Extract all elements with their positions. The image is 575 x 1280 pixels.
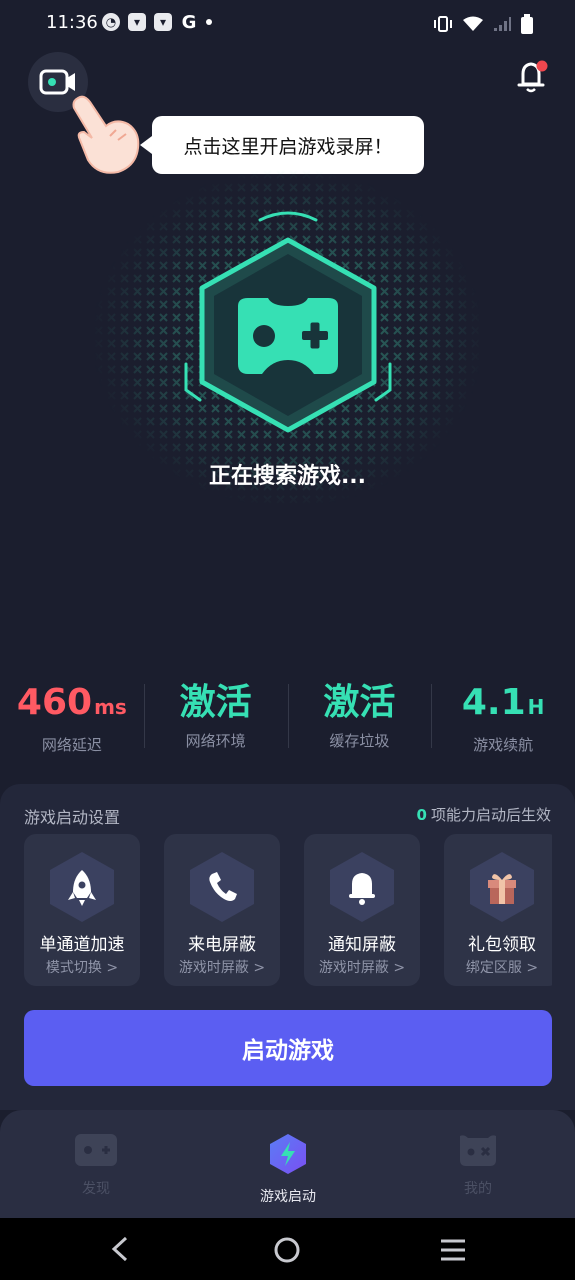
stat-value: 460 ms bbox=[16, 682, 127, 723]
tab-game-launch[interactable]: 游戏启动 bbox=[228, 1132, 348, 1206]
active-count: 0 bbox=[416, 806, 427, 824]
card-subtitle: 绑定区服 > bbox=[465, 960, 539, 976]
stats-row: 460 ms 网络延迟 激活 网络环境 激活 缓存垃圾 4.1 H 游戏续航 bbox=[0, 680, 575, 760]
record-tip-tooltip: 点击这里开启游戏录屏！ bbox=[140, 116, 424, 174]
tab-label: 我的 bbox=[464, 1181, 492, 1197]
card-call-block[interactable]: 来电屏蔽 游戏时屏蔽 > bbox=[164, 834, 280, 986]
card-single-channel[interactable]: 单通道加速 模式切换 > bbox=[24, 834, 140, 986]
card-title: 单通道加速 bbox=[39, 935, 125, 955]
notifications-button[interactable] bbox=[517, 60, 549, 94]
search-status-text: 正在搜索游戏... bbox=[208, 464, 367, 489]
card-title: 礼包领取 bbox=[468, 935, 536, 955]
stat-label: 缓存垃圾 bbox=[329, 732, 390, 750]
card-title: 来电屏蔽 bbox=[188, 935, 256, 955]
stat-label: 网络延迟 bbox=[41, 736, 102, 754]
stat-latency: 460 ms 网络延迟 bbox=[0, 680, 144, 760]
panel-note: 0 项能力启动后生效 bbox=[416, 806, 551, 824]
feature-cards: 单通道加速 模式切换 > 来电屏蔽 游戏时屏蔽 > 通知屏蔽 游戏时屏蔽 > 礼… bbox=[24, 834, 552, 986]
status-time: 11:36 bbox=[46, 12, 98, 33]
bell-icon bbox=[517, 60, 548, 93]
stat-label: 网络环境 bbox=[185, 732, 246, 750]
gift-icon bbox=[470, 852, 534, 922]
status-bar: 11:36 ◔ ▾ ▾ G bbox=[0, 0, 575, 46]
more-notifications-icon bbox=[206, 19, 212, 25]
shopping-bag-icon: ▾ bbox=[154, 13, 172, 31]
stat-unit: ms bbox=[94, 695, 127, 719]
back-icon[interactable] bbox=[108, 1236, 134, 1262]
game-search-graphic bbox=[92, 168, 484, 508]
tab-discover[interactable]: 发现 bbox=[36, 1132, 156, 1198]
stat-value: 4.1 H bbox=[461, 682, 545, 723]
tab-mine[interactable]: 我的 bbox=[418, 1132, 538, 1198]
stat-cache: 激活 缓存垃圾 bbox=[287, 680, 432, 760]
profile-gamepad-icon bbox=[460, 1135, 496, 1166]
lightning-icon bbox=[270, 1134, 306, 1174]
bottom-tab-bar: 发现 游戏启动 我的 bbox=[0, 1110, 575, 1218]
card-subtitle: 游戏时屏蔽 > bbox=[318, 960, 406, 976]
google-icon: G bbox=[181, 11, 197, 33]
card-subtitle: 游戏时屏蔽 > bbox=[178, 960, 266, 976]
wifi-icon bbox=[463, 16, 483, 31]
stat-battery: 4.1 H 游戏续航 bbox=[431, 680, 575, 760]
card-title: 通知屏蔽 bbox=[328, 935, 396, 955]
signal-icon bbox=[494, 17, 511, 31]
panel-title: 游戏启动设置 bbox=[24, 808, 121, 827]
pointing-hand-icon bbox=[72, 95, 140, 174]
stat-value: 激活 bbox=[323, 682, 396, 723]
notification-icons: ◔ ▾ ▾ G bbox=[102, 11, 212, 33]
home-icon[interactable] bbox=[273, 1236, 301, 1264]
tab-label: 游戏启动 bbox=[260, 1189, 316, 1205]
card-notify-block[interactable]: 通知屏蔽 游戏时屏蔽 > bbox=[304, 834, 420, 986]
system-icons bbox=[433, 14, 533, 34]
bell-icon bbox=[330, 852, 394, 922]
phone-icon bbox=[190, 852, 254, 922]
card-gift-claim[interactable]: 礼包领取 绑定区服 > bbox=[444, 834, 552, 986]
vibrate-icon bbox=[434, 16, 452, 32]
start-game-button[interactable]: 启动游戏 bbox=[24, 1010, 552, 1086]
speedometer-icon: ◔ bbox=[102, 13, 120, 31]
battery-icon bbox=[521, 14, 533, 34]
stat-network: 激活 网络环境 bbox=[143, 680, 288, 760]
rocket-icon bbox=[50, 852, 114, 922]
card-subtitle: 模式切换 > bbox=[45, 960, 119, 976]
tab-label: 发现 bbox=[82, 1181, 110, 1197]
shopping-bag-icon: ▾ bbox=[128, 13, 146, 31]
stat-label: 游戏续航 bbox=[473, 736, 534, 754]
stat-value: 激活 bbox=[179, 682, 252, 723]
gamepad-icon bbox=[75, 1134, 117, 1166]
stat-unit: H bbox=[527, 695, 545, 719]
recents-menu-icon[interactable] bbox=[439, 1238, 467, 1262]
system-navigation-bar bbox=[0, 1218, 575, 1280]
